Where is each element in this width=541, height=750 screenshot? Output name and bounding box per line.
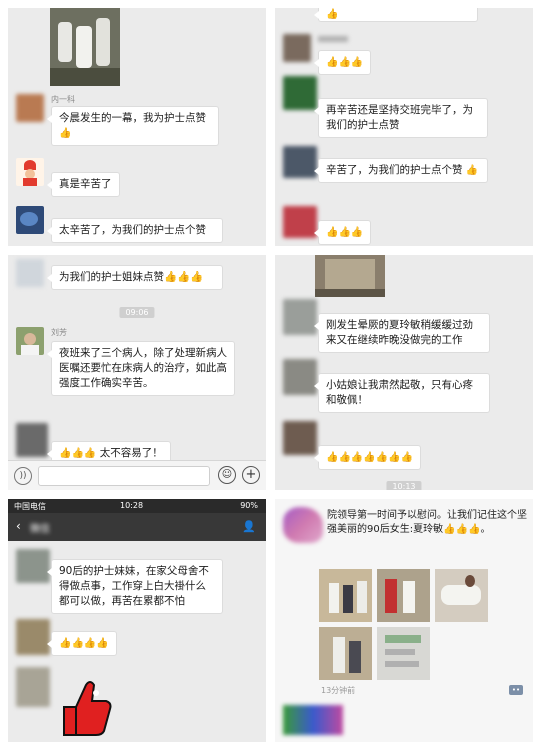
battery-level: 90% — [240, 501, 258, 510]
message-bubble[interactable]: 👍👍👍👍👍👍👍 — [313, 445, 422, 470]
avatar[interactable] — [283, 206, 317, 238]
chevron-left-icon[interactable]: ‹ — [16, 519, 21, 533]
thumbs-up-icon: 👍👍👍 — [326, 227, 364, 238]
chat-panel-2: 👍 👍👍👍 再辛苦还是坚持交班完毕了，为我们的护士点赞 辛苦了，为我们的护士点个… — [275, 8, 533, 246]
sender-name: 内一科 — [51, 95, 75, 104]
avatar[interactable] — [283, 146, 317, 178]
contact-icon[interactable]: 👤 — [242, 520, 256, 533]
avatar[interactable] — [16, 667, 50, 707]
message-bubble[interactable]: 小姑娘让我肃然起敬，只有心疼和敬佩！ — [314, 373, 490, 413]
carrier-label: 中国电信 — [14, 502, 46, 511]
blurred-comment — [283, 705, 343, 735]
moment-photo[interactable] — [319, 569, 372, 622]
moment-photo[interactable] — [377, 627, 430, 680]
chat-panel-3: 为我们的护士姐妹点赞👍👍👍 09:06 刘芳 夜班来了三个病人，除了处理新病人医… — [8, 255, 266, 490]
message-bubble[interactable]: 刚发生晕厥的夏玲敏稍缓缓过劲来又在继续昨晚没做完的工作 — [314, 313, 490, 353]
message-text: 真是辛苦了 — [59, 178, 112, 190]
timestamp: 10:13 — [386, 481, 422, 490]
message-text: 为我们的护士姐妹点赞👍👍👍 — [59, 271, 204, 283]
message-text: 小姑娘让我肃然起敬，只有心疼和敬佩！ — [326, 379, 473, 406]
thumbs-up-icon: 👍 — [326, 9, 339, 20]
thumbs-up-icon: 👍👍👍 — [326, 57, 364, 68]
thumbs-up-icon: 👍 — [465, 165, 479, 176]
message-bubble[interactable]: 太辛苦了，为我们的护士点个赞 — [47, 218, 223, 243]
moment-photo[interactable] — [435, 569, 488, 622]
sender-name: 刘芳 — [51, 328, 67, 337]
message-bubble[interactable]: 辛苦了，为我们的护士点个赞 👍 — [314, 158, 488, 183]
avatar[interactable] — [283, 76, 317, 110]
moment-photo[interactable] — [319, 627, 372, 680]
message-bubble[interactable]: 90后的护士妹妹，在家父母舍不得做点事，工作穿上白大褂什么都可以做，再苦在累都不… — [47, 559, 223, 614]
nav-bar: ‹ 微信 👤 — [8, 513, 266, 541]
status-bar: 中国电信 10:28 90% — [8, 499, 266, 513]
voice-icon[interactable]: )) — [14, 467, 32, 485]
moment-photo[interactable] — [377, 569, 430, 622]
avatar[interactable] — [16, 94, 44, 122]
avatar[interactable] — [16, 549, 50, 583]
message-bubble[interactable]: 👍👍👍👍 — [47, 631, 117, 656]
moments-panel: 院领导第一时间予以慰问。让我们记住这个坚强美丽的90后女生:夏玲敏👍👍👍。 13… — [275, 499, 533, 742]
chat-panel-5: 中国电信 10:28 90% ‹ 微信 👤 90后的护士妹妹，在家父母舍不得做点… — [8, 499, 266, 742]
thumbs-up-icon: 👍👍👍 — [59, 448, 97, 459]
moment-time: 13分钟前 — [321, 686, 356, 695]
message-bubble[interactable]: 👍 — [314, 8, 478, 22]
avatar[interactable] — [16, 158, 44, 186]
message-text: 夜班来了三个病人，除了处理新病人医嘱还要忙在床病人的治疗，如此高强度工作确实辛苦… — [59, 347, 227, 389]
avatar[interactable] — [283, 34, 311, 62]
message-bubble[interactable]: 夜班来了三个病人，除了处理新病人医嘱还要忙在床病人的治疗，如此高强度工作确实辛苦… — [47, 341, 235, 396]
avatar[interactable] — [16, 259, 44, 287]
message-text: 太辛苦了，为我们的护士点个赞 — [59, 224, 206, 236]
message-text: 太不容易了！ — [99, 447, 163, 459]
message-text: 刚发生晕厥的夏玲敏稍缓缓过劲来又在继续昨晚没做完的工作 — [326, 319, 473, 346]
avatar[interactable] — [283, 421, 317, 455]
message-text: 再辛苦还是坚持交班完毕了，为我们的护士点赞 — [326, 104, 473, 131]
message-bubble[interactable]: 真是辛苦了 — [47, 172, 120, 197]
avatar[interactable] — [283, 507, 323, 543]
message-bubble[interactable]: 👍👍👍 — [313, 50, 372, 75]
message-text: 90后的护士妹妹，在家父母舍不得做点事，工作穿上白大褂什么都可以做，再苦在累都不… — [59, 565, 209, 607]
avatar[interactable] — [16, 206, 44, 234]
chat-panel-1: 内一科 今晨发生的一幕，我为护士点赞 👍 真是辛苦了 太辛苦了，为我们的护士点个… — [8, 8, 266, 246]
thumbs-up-icon: 👍👍👍👍 — [59, 638, 109, 649]
more-options-icon[interactable]: •• — [509, 685, 523, 695]
thumbs-up-sticker-icon[interactable] — [56, 677, 112, 739]
shared-photo[interactable] — [50, 8, 120, 86]
avatar[interactable] — [16, 327, 44, 355]
avatar[interactable] — [16, 423, 48, 457]
sender-name-blurred — [318, 36, 348, 42]
photo-grid — [319, 569, 491, 681]
message-bubble[interactable]: 👍👍👍 — [313, 220, 372, 245]
plus-icon[interactable]: + — [242, 466, 260, 484]
shared-photo[interactable] — [315, 255, 385, 297]
timestamp: 09:06 — [119, 307, 155, 318]
back-label[interactable]: 微信 — [30, 520, 50, 535]
chat-panel-4: 刚发生晕厥的夏玲敏稍缓缓过劲来又在继续昨晚没做完的工作 小姑娘让我肃然起敬，只有… — [275, 255, 533, 490]
input-bar: )) ☺ + — [8, 460, 266, 490]
message-text: 今晨发生的一幕，我为护士点赞 — [59, 112, 206, 124]
message-text: 辛苦了，为我们的护士点个赞 — [326, 164, 463, 176]
avatar[interactable] — [16, 619, 50, 655]
message-bubble[interactable]: 为我们的护士姐妹点赞👍👍👍 — [47, 265, 223, 290]
message-bubble[interactable]: 再辛苦还是坚持交班完毕了，为我们的护士点赞 — [314, 98, 488, 138]
thumbs-up-icon: 👍👍👍👍👍👍👍 — [326, 452, 414, 463]
thumbs-up-icon: 👍 — [59, 128, 72, 139]
message-input[interactable] — [38, 466, 210, 486]
clock: 10:28 — [120, 501, 144, 510]
avatar[interactable] — [283, 359, 317, 395]
emoji-icon[interactable]: ☺ — [218, 466, 236, 484]
avatar[interactable] — [283, 299, 317, 335]
message-bubble[interactable]: 今晨发生的一幕，我为护士点赞 👍 — [47, 106, 219, 146]
moment-text: 院领导第一时间予以慰问。让我们记住这个坚强美丽的90后女生:夏玲敏👍👍👍。 — [327, 510, 527, 535]
